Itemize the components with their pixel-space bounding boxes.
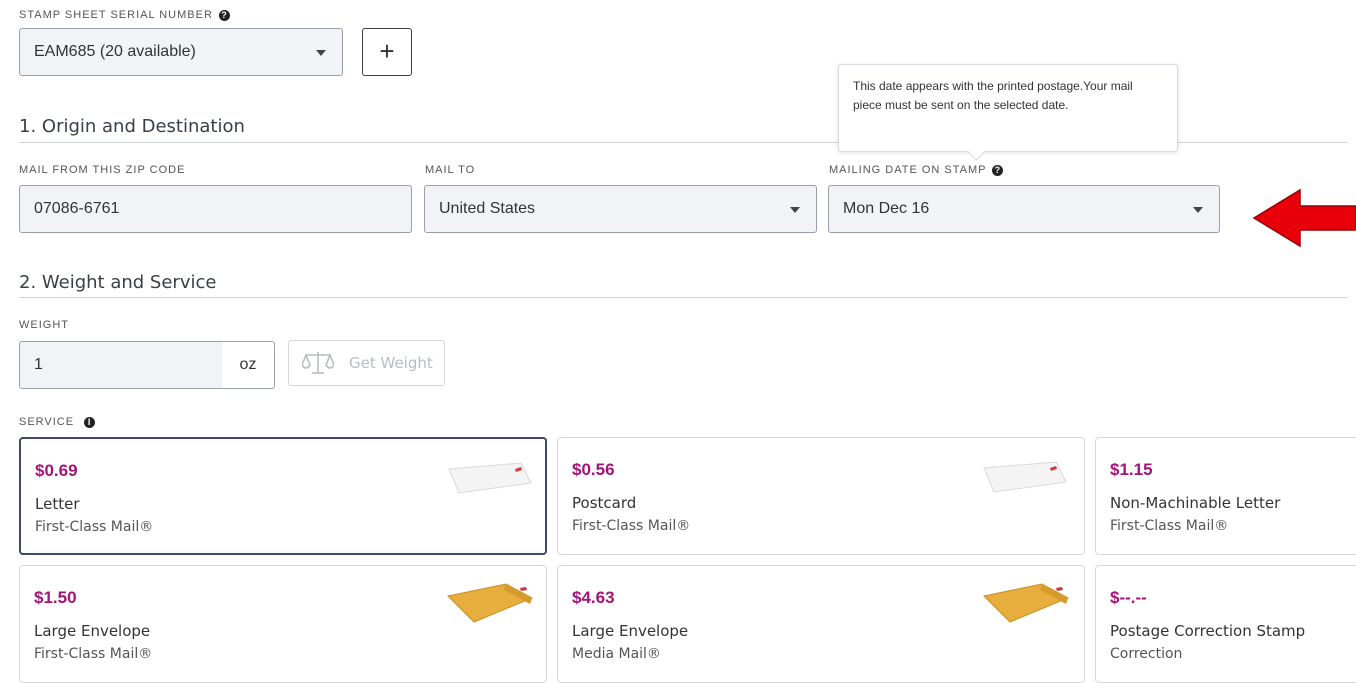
service-class: Correction xyxy=(1110,646,1183,662)
weight-input[interactable]: 1 xyxy=(19,341,223,389)
service-name: Letter xyxy=(35,495,80,513)
mail-to-select[interactable]: United States xyxy=(424,185,817,233)
service-price: $0.56 xyxy=(572,460,615,479)
get-weight-label: Get Weight xyxy=(349,354,433,372)
stamp-sheet-label-text: STAMP SHEET SERIAL NUMBER xyxy=(19,9,213,21)
service-card-large-envelope-first-class[interactable]: $1.50 Large Envelope First-Class Mail® xyxy=(19,565,547,683)
info-icon[interactable]: i xyxy=(84,416,96,428)
service-class: Media Mail® xyxy=(572,646,661,662)
tooltip-text: This date appears with the printed posta… xyxy=(853,79,1133,112)
add-stamp-sheet-button[interactable]: + xyxy=(362,28,412,76)
service-card-postage-correction[interactable]: $--.-- Postage Correction Stamp Correcti… xyxy=(1095,565,1356,683)
stamp-sheet-label: STAMP SHEET SERIAL NUMBER ? xyxy=(19,9,230,21)
red-arrow-icon xyxy=(1252,188,1356,248)
weight-unit-text: oz xyxy=(239,356,257,373)
large-envelope-icon xyxy=(982,583,1070,623)
mail-from-label: MAIL FROM THIS ZIP CODE xyxy=(19,164,186,176)
service-price: $1.15 xyxy=(1110,460,1153,479)
service-class: First-Class Mail® xyxy=(34,646,153,662)
mailing-date-select[interactable]: Mon Dec 16 xyxy=(828,185,1220,233)
zip-code-input[interactable]: 07086-6761 xyxy=(19,185,412,233)
plus-icon: + xyxy=(379,36,395,66)
service-class: First-Class Mail® xyxy=(35,519,154,535)
service-class: First-Class Mail® xyxy=(1110,518,1229,534)
mailing-date-tooltip: This date appears with the printed posta… xyxy=(838,64,1178,152)
service-name: Large Envelope xyxy=(572,622,689,640)
stamp-sheet-select[interactable]: EAM685 (20 available) xyxy=(19,28,343,76)
mailing-date-label-text: MAILING DATE ON STAMP xyxy=(829,164,987,176)
weight-unit: oz xyxy=(222,341,275,389)
service-name: Postage Correction Stamp xyxy=(1110,622,1306,640)
service-name: Postcard xyxy=(572,494,637,512)
postcard-icon xyxy=(983,461,1067,493)
service-class: First-Class Mail® xyxy=(572,518,691,534)
service-name: Non-Machinable Letter xyxy=(1110,494,1281,512)
service-card-large-envelope-media-mail[interactable]: $4.63 Large Envelope Media Mail® xyxy=(557,565,1085,683)
large-envelope-icon xyxy=(446,583,534,623)
service-price: $--.-- xyxy=(1110,588,1147,607)
mailing-date-value: Mon Dec 16 xyxy=(843,200,930,217)
service-price: $4.63 xyxy=(572,588,615,607)
chevron-down-icon xyxy=(790,207,800,213)
chevron-down-icon xyxy=(1193,207,1203,213)
weight-value: 1 xyxy=(34,356,43,373)
service-card-letter[interactable]: $0.69 Letter First-Class Mail® xyxy=(19,437,547,555)
service-price: $1.50 xyxy=(34,588,77,607)
get-weight-button[interactable]: Get Weight xyxy=(288,340,445,386)
origin-destination-title: 1. Origin and Destination xyxy=(19,116,245,137)
service-card-non-machinable-letter[interactable]: $1.15 Non-Machinable Letter First-Class … xyxy=(1095,437,1356,555)
scale-icon xyxy=(302,352,334,374)
help-icon[interactable]: ? xyxy=(218,9,230,21)
weight-label: WEIGHT xyxy=(19,319,69,331)
weight-service-title: 2. Weight and Service xyxy=(19,272,217,293)
stamp-sheet-selected-value: EAM685 (20 available) xyxy=(34,43,196,60)
service-name: Large Envelope xyxy=(34,622,151,640)
chevron-down-icon xyxy=(316,50,326,56)
mail-to-label: MAIL TO xyxy=(425,164,476,176)
help-icon[interactable]: ? xyxy=(992,164,1004,176)
section-divider xyxy=(19,297,1348,298)
service-price: $0.69 xyxy=(35,461,78,480)
zip-code-value: 07086-6761 xyxy=(34,200,120,217)
service-label: SERVICE i xyxy=(19,416,96,428)
service-card-postcard[interactable]: $0.56 Postcard First-Class Mail® xyxy=(557,437,1085,555)
letter-envelope-icon xyxy=(448,462,532,494)
service-label-text: SERVICE xyxy=(19,416,75,428)
mailing-date-label: MAILING DATE ON STAMP ? xyxy=(829,164,1004,176)
mail-to-value: United States xyxy=(439,200,536,217)
